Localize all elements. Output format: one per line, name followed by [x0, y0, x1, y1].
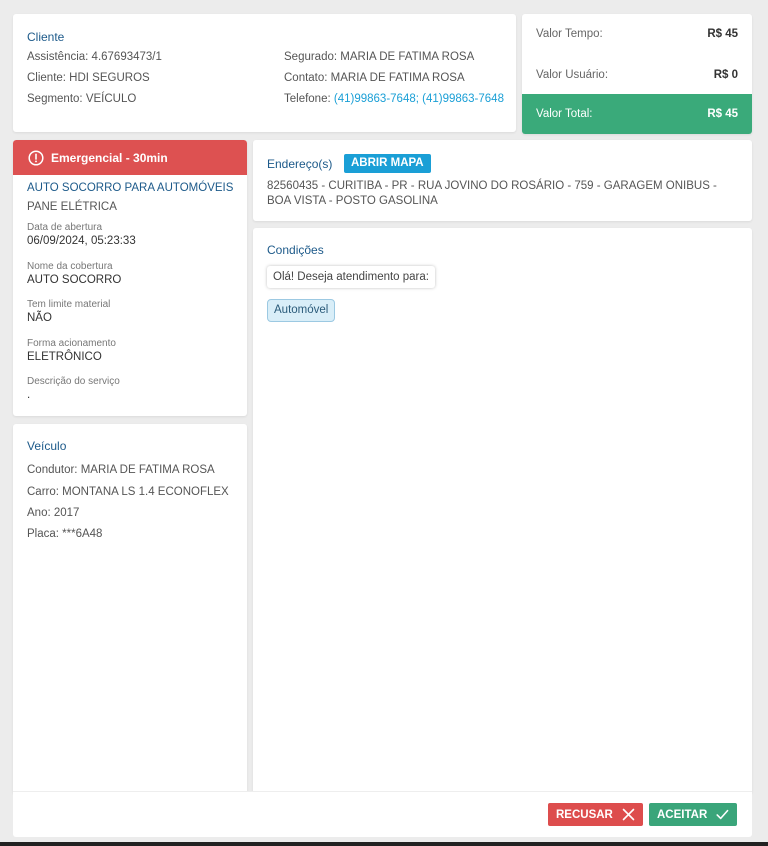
emergency-banner: Emergencial - 30min — [13, 140, 247, 175]
time-value-amount: R$ 45 — [707, 28, 738, 40]
action-footer: RECUSAR ACEITAR — [13, 791, 752, 837]
conditions-section-title: Condições — [267, 243, 324, 257]
time-value-label: Valor Tempo: — [536, 28, 603, 40]
coverage-value: AUTO SOCORRO — [27, 274, 122, 286]
client-segment: Segmento: VEÍCULO — [27, 93, 137, 105]
total-value-amount: R$ 45 — [707, 108, 738, 120]
vehicle-driver: Condutor: MARIA DE FATIMA ROSA — [27, 464, 215, 476]
client-card: Cliente Assistência: 4.67693473/1 Client… — [13, 14, 516, 132]
client-name: Cliente: HDI SEGUROS — [27, 72, 150, 84]
trigger-value: ELETRÔNICO — [27, 351, 102, 363]
user-value-amount: R$ 0 — [713, 69, 738, 81]
accept-label: ACEITAR — [657, 808, 708, 821]
conditions-card: Condições Olá! Deseja atendimento para: … — [253, 228, 752, 794]
phone-row: Telefone: (41)99863-7648; (41)99863-7648 — [284, 93, 504, 105]
question-bubble: Olá! Deseja atendimento para: — [267, 266, 435, 288]
check-icon — [716, 809, 729, 820]
opened-label: Data de abertura — [27, 222, 103, 233]
values-card: Valor Tempo: R$ 45 Valor Usuário: R$ 0 V… — [522, 14, 752, 134]
service-type: PANE ELÉTRICA — [27, 201, 117, 213]
description-value: . — [27, 389, 31, 401]
address-text: 82560435 - CURITIBA - PR - RUA JOVINO DO… — [267, 180, 717, 207]
insured-name: Segurado: MARIA DE FATIMA ROSA — [284, 51, 475, 63]
service-name: AUTO SOCORRO PARA AUTOMÓVEIS — [27, 182, 234, 194]
phone-link[interactable]: (41)99863-7648; (41)99863-7648 — [334, 93, 504, 105]
total-value-label: Valor Total: — [536, 108, 593, 120]
phone-label: Telefone: — [284, 93, 331, 105]
user-value-row: Valor Usuário: R$ 0 — [522, 55, 752, 95]
client-section-title: Cliente — [27, 30, 65, 44]
limit-label: Tem limite material — [27, 299, 111, 310]
limit-value: NÃO — [27, 312, 52, 324]
alert-circle-icon — [28, 149, 44, 166]
total-value-row: Valor Total: R$ 45 — [522, 94, 752, 134]
opened-value: 06/09/2024, 05:23:33 — [27, 235, 136, 247]
accept-button[interactable]: ACEITAR — [649, 803, 737, 826]
refuse-button[interactable]: RECUSAR — [548, 803, 643, 826]
address-section-title: Endereço(s) — [267, 157, 333, 171]
time-value-row: Valor Tempo: R$ 45 — [522, 14, 752, 54]
refuse-label: RECUSAR — [556, 808, 613, 821]
contact-name: Contato: MARIA DE FATIMA ROSA — [284, 72, 465, 84]
bottom-bar — [0, 842, 768, 846]
service-card: Emergencial - 30min AUTO SOCORRO PARA AU… — [13, 140, 247, 416]
emergency-label: Emergencial - 30min — [51, 150, 168, 165]
address-card: Endereço(s) ABRIR MAPA 82560435 - CURITI… — [253, 140, 752, 221]
vehicle-year: Ano: 2017 — [27, 507, 80, 519]
trigger-label: Forma acionamento — [27, 338, 116, 349]
user-value-label: Valor Usuário: — [536, 69, 609, 81]
close-icon — [622, 808, 635, 821]
open-map-button[interactable]: ABRIR MAPA — [344, 154, 431, 173]
automovel-option-chip[interactable]: Automóvel — [267, 299, 336, 322]
vehicle-card: Veículo Condutor: MARIA DE FATIMA ROSA C… — [13, 424, 247, 794]
vehicle-plate: Placa: ***6A48 — [27, 528, 103, 540]
description-label: Descrição do serviço — [27, 376, 120, 387]
coverage-label: Nome da cobertura — [27, 261, 113, 272]
vehicle-model: Carro: MONTANA LS 1.4 ECONOFLEX — [27, 486, 229, 498]
vehicle-section-title: Veículo — [27, 439, 67, 453]
assistance-number: Assistência: 4.67693473/1 — [27, 51, 162, 63]
